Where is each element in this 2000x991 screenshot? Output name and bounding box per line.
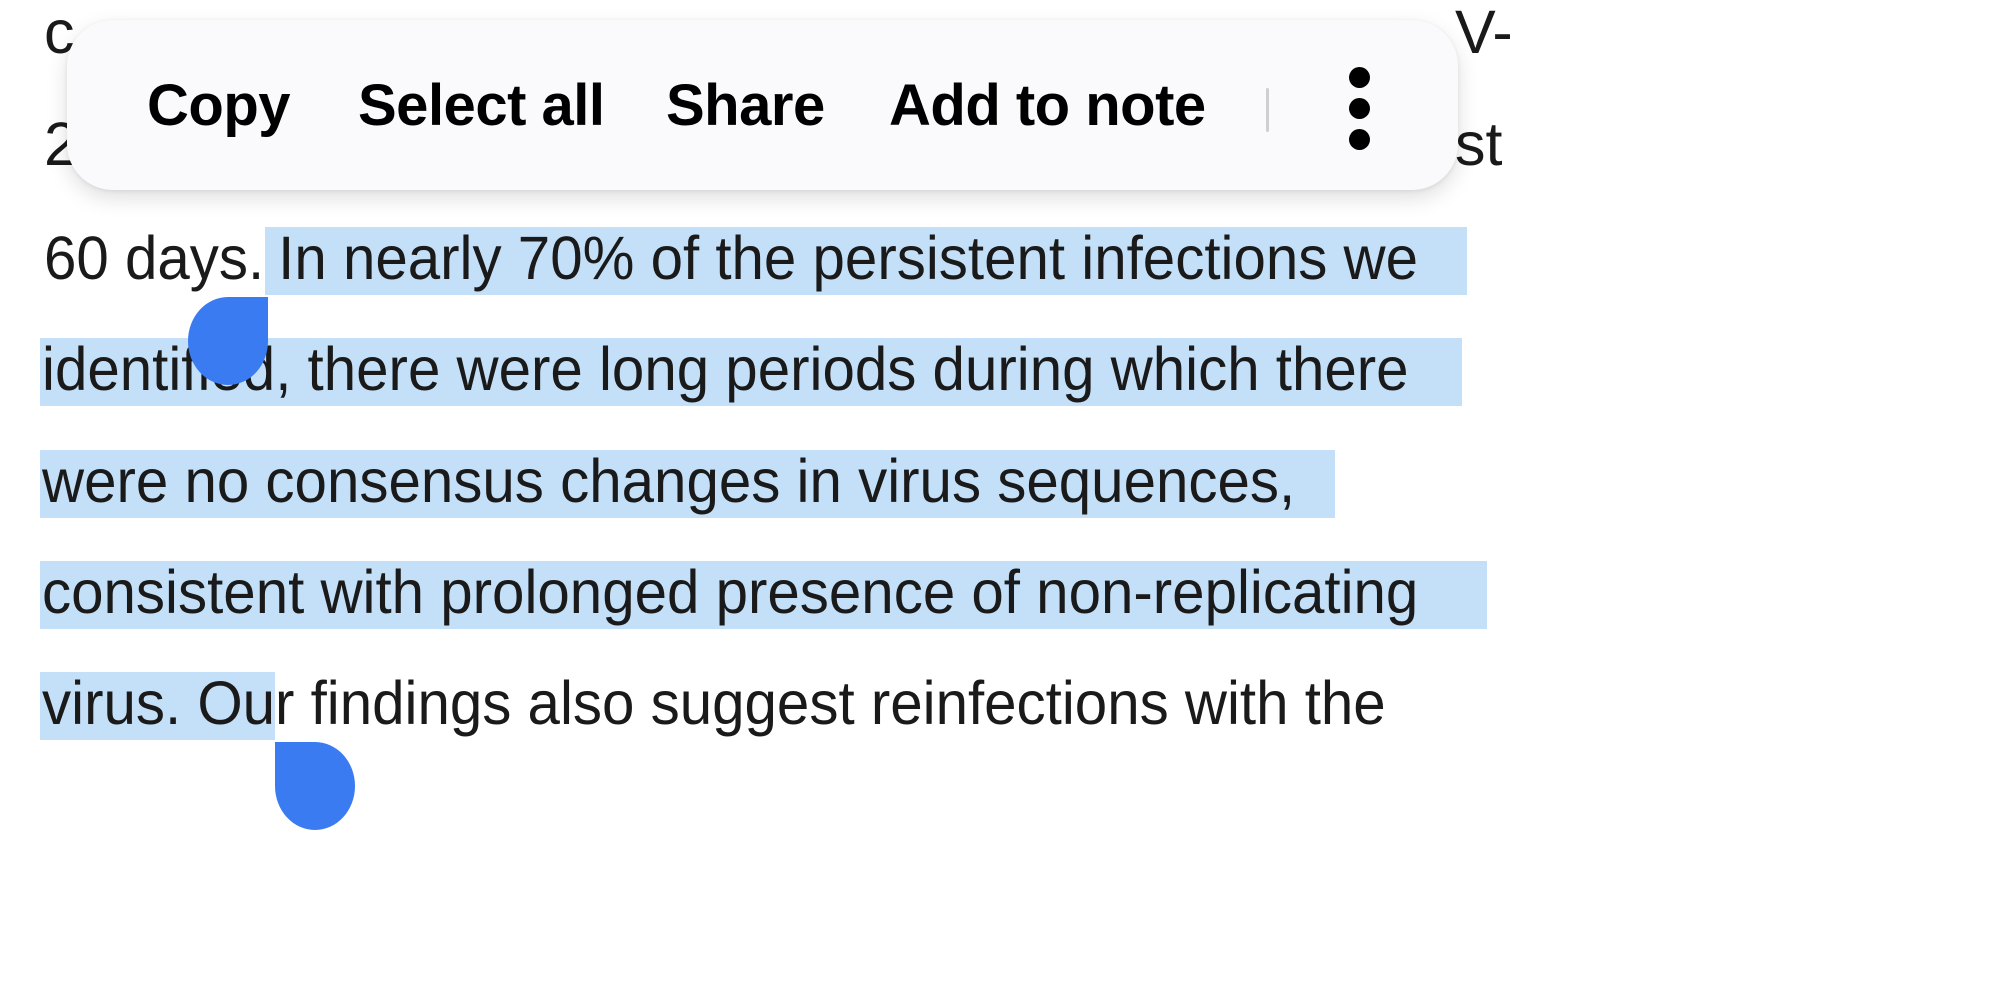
toolbar-divider: [1266, 88, 1269, 132]
add-to-note-button[interactable]: Add to note: [889, 20, 1206, 190]
selection-start-handle[interactable]: [188, 297, 268, 385]
text-line-3-plain: 60 days.: [44, 224, 265, 292]
text-selection-toolbar: Copy Select all Share Add to note: [67, 20, 1458, 190]
text-line-6-selected: consistent with prolonged presence of no…: [42, 558, 1419, 626]
share-button[interactable]: Share: [666, 20, 825, 190]
text-line-1-end: V-: [1455, 0, 1513, 66]
more-options-button[interactable]: [1329, 65, 1389, 150]
text-line-5-selected: were no consensus changes in virus seque…: [42, 447, 1296, 515]
text-line-7-selected: virus. Ou: [42, 669, 276, 737]
select-all-button[interactable]: Select all: [358, 20, 605, 190]
text-line-7-plain: r findings also suggest reinfections wit…: [275, 669, 1386, 737]
more-vertical-icon: [1329, 65, 1389, 150]
selection-end-handle[interactable]: [275, 742, 355, 830]
text-line-2-end: st: [1455, 110, 1503, 178]
text-line-3-selected: In nearly 70% of the persistent infectio…: [262, 224, 1419, 292]
copy-button[interactable]: Copy: [147, 20, 291, 190]
